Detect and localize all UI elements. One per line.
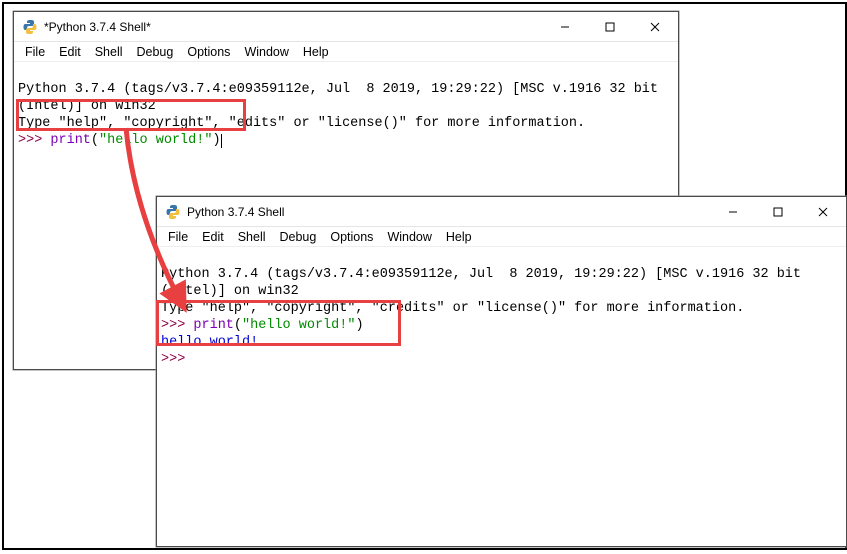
- titlebar[interactable]: Python 3.7.4 Shell: [157, 197, 846, 227]
- minimize-button[interactable]: [542, 12, 587, 41]
- menu-debug[interactable]: Debug: [130, 45, 181, 59]
- banner-line-2: (Intel)] on win32: [18, 99, 156, 114]
- code-paren-open: (: [91, 133, 99, 148]
- menu-edit[interactable]: Edit: [52, 45, 88, 59]
- code-paren-close: ): [212, 133, 220, 148]
- minimize-button[interactable]: [710, 197, 755, 226]
- window-title: Python 3.7.4 Shell: [187, 205, 284, 219]
- python-icon: [165, 204, 181, 220]
- menu-help[interactable]: Help: [439, 230, 479, 244]
- menu-file[interactable]: File: [161, 230, 195, 244]
- shell-content[interactable]: Python 3.7.4 (tags/v3.7.4:e09359112e, Ju…: [157, 247, 846, 370]
- banner-line-3b: edits" or "license()" for more informati…: [237, 116, 585, 131]
- menu-file[interactable]: File: [18, 45, 52, 59]
- prompt: >>>: [161, 318, 193, 333]
- menu-shell[interactable]: Shell: [88, 45, 130, 59]
- maximize-button[interactable]: [587, 12, 632, 41]
- shell-content[interactable]: Python 3.7.4 (tags/v3.7.4:e09359112e, Ju…: [14, 62, 678, 151]
- code-keyword: print: [50, 133, 91, 148]
- titlebar[interactable]: *Python 3.7.4 Shell*: [14, 12, 678, 42]
- menu-options[interactable]: Options: [180, 45, 237, 59]
- code-paren-open: (: [234, 318, 242, 333]
- python-icon: [22, 19, 38, 35]
- banner-line-3a: Type "help", "copyright", ": [18, 116, 237, 131]
- maximize-button[interactable]: [755, 197, 800, 226]
- menu-help[interactable]: Help: [296, 45, 336, 59]
- close-button[interactable]: [632, 12, 678, 41]
- output-line: hello world!: [161, 335, 258, 350]
- window-title: *Python 3.7.4 Shell*: [44, 20, 151, 34]
- banner-line-1: Python 3.7.4 (tags/v3.7.4:e09359112e, Ju…: [161, 267, 801, 282]
- code-paren-close: ): [355, 318, 363, 333]
- python-shell-window-2: Python 3.7.4 Shell File Edit Shell Debug…: [156, 196, 847, 547]
- prompt-2: >>>: [161, 352, 193, 367]
- code-string: "hello world!": [242, 318, 355, 333]
- menubar: File Edit Shell Debug Options Window Hel…: [157, 227, 846, 247]
- menu-shell[interactable]: Shell: [231, 230, 273, 244]
- menu-debug[interactable]: Debug: [273, 230, 324, 244]
- window-controls: [542, 12, 678, 41]
- window-controls: [710, 197, 846, 226]
- code-string: "hello world!": [99, 133, 212, 148]
- text-cursor: [221, 134, 222, 148]
- code-keyword: print: [193, 318, 234, 333]
- banner-line-1: Python 3.7.4 (tags/v3.7.4:e09359112e, Ju…: [18, 82, 658, 97]
- banner-line-3: Type "help", "copyright", "credits" or "…: [161, 301, 744, 316]
- menu-window[interactable]: Window: [380, 230, 438, 244]
- screenshot-frame: *Python 3.7.4 Shell* File Edit Shell Deb…: [2, 2, 847, 550]
- menu-window[interactable]: Window: [237, 45, 295, 59]
- menu-options[interactable]: Options: [323, 230, 380, 244]
- prompt: >>>: [18, 133, 50, 148]
- close-button[interactable]: [800, 197, 846, 226]
- menu-edit[interactable]: Edit: [195, 230, 231, 244]
- menubar: File Edit Shell Debug Options Window Hel…: [14, 42, 678, 62]
- banner-line-2: (Intel)] on win32: [161, 284, 299, 299]
